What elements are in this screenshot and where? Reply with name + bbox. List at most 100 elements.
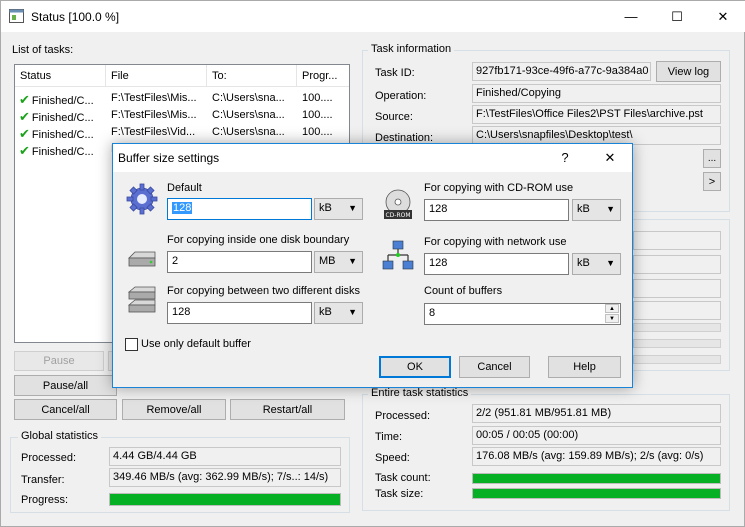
dialog-title: Buffer size settings	[118, 151, 220, 165]
tasks-label: List of tasks:	[12, 44, 74, 56]
column-file[interactable]: File	[106, 65, 207, 87]
minimize-button[interactable]: —	[608, 1, 654, 32]
count-label: Count of buffers	[424, 285, 503, 297]
global-processed-value: 4.44 GB/4.44 GB	[109, 447, 341, 466]
title-bar: Status [100.0 %] — ☐ ✕	[1, 1, 745, 32]
entire-time-label: Time:	[375, 431, 403, 443]
task-id-value: 927fb171-93ce-49f6-a77c-9a384a0	[472, 62, 651, 81]
row-file: F:\TestFiles\Vid...	[111, 126, 196, 138]
row-to: C:\Users\sna...	[212, 109, 285, 121]
count-buffers-spinner[interactable]: 8 ▲ ▼	[424, 303, 621, 325]
global-stats-label: Global statistics	[18, 430, 102, 442]
hidden-field	[633, 301, 721, 320]
chevron-down-icon: ▼	[606, 258, 615, 268]
hard-disk-icon	[128, 251, 156, 267]
row-progress: 100....	[302, 109, 333, 121]
buffer-settings-dialog: Buffer size settings ? ✕ Default 128 kB …	[112, 143, 633, 388]
two-disks-input[interactable]: 128	[167, 302, 312, 324]
entire-speed-label: Speed:	[375, 452, 410, 464]
network-label: For copying with network use	[424, 236, 567, 248]
hidden-progress	[633, 355, 721, 364]
two-disks-unit-value: kB	[319, 306, 332, 318]
spin-down-icon[interactable]: ▼	[605, 314, 619, 323]
entire-processed-label: Processed:	[375, 410, 431, 422]
remove-all-button[interactable]: Remove/all	[122, 399, 226, 420]
two-disks-icon	[127, 286, 156, 313]
hidden-progress	[633, 339, 721, 348]
table-row[interactable]: ✔ Finished/C... F:\TestFiles\Mis... C:\Us…	[15, 107, 349, 124]
pause-all-button[interactable]: Pause/all	[14, 375, 117, 396]
global-transfer-label: Transfer:	[21, 474, 65, 486]
next-button[interactable]: >	[703, 172, 721, 191]
global-progress-fill	[110, 494, 340, 505]
check-icon: ✔	[19, 126, 30, 141]
table-row[interactable]: ✔ Finished/C... F:\TestFiles\Mis... C:\Us…	[15, 90, 349, 107]
global-processed-label: Processed:	[21, 452, 77, 464]
app-icon	[9, 9, 24, 23]
dialog-help-icon[interactable]: ?	[548, 142, 582, 173]
one-disk-unit-select[interactable]: MB ▼	[314, 251, 363, 273]
check-icon: ✔	[19, 92, 30, 107]
source-label: Source:	[375, 111, 413, 123]
entire-stats-label: Entire task statistics	[368, 387, 472, 399]
operation-label: Operation:	[375, 90, 427, 102]
one-disk-input[interactable]: 2	[167, 251, 312, 273]
column-progress[interactable]: Progr...	[297, 65, 349, 87]
source-value: F:\TestFiles\Office Files2\PST Files\arc…	[472, 105, 721, 124]
cdrom-unit-select[interactable]: kB ▼	[572, 199, 621, 221]
pause-button[interactable]: Pause	[14, 351, 104, 371]
entire-speed-value: 176.08 MB/s (avg: 159.89 MB/s); 2/s (avg…	[472, 447, 721, 466]
only-default-checkbox[interactable]	[125, 338, 138, 351]
hidden-field	[633, 255, 721, 274]
task-size-label: Task size:	[375, 488, 424, 500]
ok-button[interactable]: OK	[379, 356, 451, 378]
task-list-header: Status File To: Progr...	[15, 65, 349, 87]
status-window: Status [100.0 %] — ☐ ✕ List of tasks: St…	[0, 0, 745, 527]
gear-icon	[126, 183, 158, 215]
spin-up-icon[interactable]: ▲	[605, 304, 619, 313]
task-count-label: Task count:	[375, 472, 431, 484]
row-to: C:\Users\sna...	[212, 126, 285, 138]
network-icon	[382, 240, 414, 270]
two-disks-label: For copying between two different disks	[167, 285, 361, 297]
cdrom-unit-value: kB	[577, 203, 590, 215]
only-default-label: Use only default buffer	[141, 338, 251, 350]
two-disks-unit-select[interactable]: kB ▼	[314, 302, 363, 324]
dialog-cancel-button[interactable]: Cancel	[459, 356, 530, 378]
dialog-title-bar: Buffer size settings ? ✕	[113, 144, 632, 172]
cdrom-icon: CD-ROM	[384, 189, 412, 219]
count-buffers-value: 8	[429, 307, 436, 319]
network-unit-value: kB	[577, 257, 590, 269]
view-log-button[interactable]: View log	[656, 61, 721, 82]
network-input[interactable]: 128	[424, 253, 569, 275]
cdrom-input[interactable]: 128	[424, 199, 569, 221]
global-progress-bar	[109, 493, 341, 506]
window-title: Status [100.0 %]	[31, 10, 120, 24]
cdrom-label: For copying with CD-ROM use	[424, 182, 574, 194]
column-status[interactable]: Status	[15, 65, 106, 87]
close-button[interactable]: ✕	[700, 1, 745, 32]
row-status: Finished/C...	[31, 146, 94, 158]
entire-processed-value: 2/2 (951.81 MB/951.81 MB)	[472, 404, 721, 423]
restart-all-button[interactable]: Restart/all	[230, 399, 345, 420]
table-row[interactable]: ✔ Finished/C... F:\TestFiles\Vid... C:\Us…	[15, 124, 349, 141]
row-status: Finished/C...	[31, 112, 94, 124]
default-label: Default	[167, 182, 202, 194]
chevron-down-icon: ▼	[348, 203, 357, 213]
chevron-down-icon: ▼	[348, 307, 357, 317]
maximize-button[interactable]: ☐	[654, 1, 700, 32]
default-unit-value: kB	[319, 202, 332, 214]
cancel-all-button[interactable]: Cancel/all	[14, 399, 117, 420]
task-info-label: Task information	[368, 43, 455, 55]
dialog-close-button[interactable]: ✕	[593, 142, 627, 173]
hidden-progress	[633, 323, 721, 332]
help-button[interactable]: Help	[548, 356, 621, 378]
entire-time-value: 00:05 / 00:05 (00:00)	[472, 426, 721, 445]
task-id-label: Task ID:	[375, 67, 415, 79]
default-buffer-input[interactable]: 128	[167, 198, 312, 220]
network-unit-select[interactable]: kB ▼	[572, 253, 621, 275]
task-size-fill	[473, 489, 720, 498]
column-to[interactable]: To:	[207, 65, 297, 87]
default-unit-select[interactable]: kB ▼	[314, 198, 363, 220]
browse-button[interactable]: ...	[703, 149, 721, 168]
